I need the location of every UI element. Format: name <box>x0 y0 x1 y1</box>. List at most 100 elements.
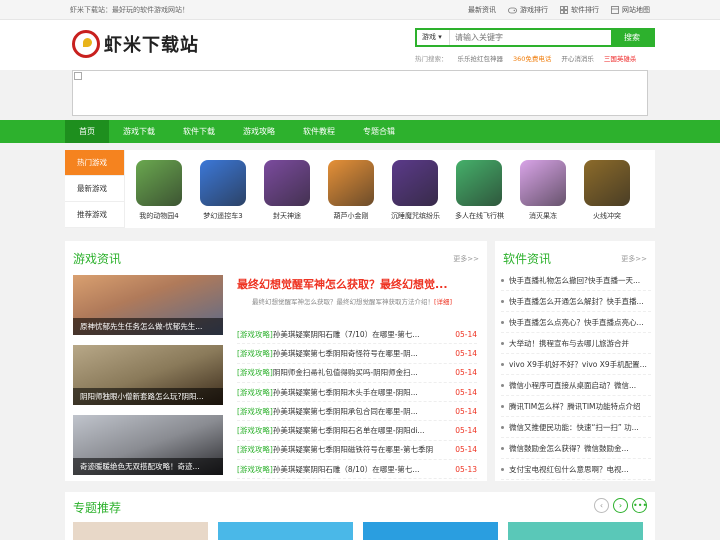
news-detail-link[interactable]: [详细] <box>434 298 452 306</box>
soft-news-title[interactable]: 快手直播礼物怎么撤回?快手直播一天... <box>509 275 640 286</box>
soft-news-title[interactable]: 微信小程序可直接从桌面启动？微信... <box>509 380 636 391</box>
news-date: 05-14 <box>455 387 477 397</box>
news-date: 05-13 <box>455 464 477 474</box>
soft-news-title[interactable]: 支付宝电视红包什么意思啊？电视... <box>509 464 629 475</box>
search-button[interactable]: 搜索 <box>611 30 653 45</box>
nav-topics[interactable]: 专题合辑 <box>349 120 409 143</box>
soft-news-row[interactable]: 腾讯TIM怎么样？腾讯TIM功能特点介绍 <box>501 396 651 417</box>
game-news-more-link[interactable]: 更多>> <box>453 254 479 264</box>
hot-search-word[interactable]: 360免费电话 <box>513 53 551 63</box>
nav-soft-download[interactable]: 软件下载 <box>169 120 229 143</box>
site-logo[interactable]: 虾米下载站 <box>72 30 199 58</box>
game-item[interactable]: 多人在线飞行棋 <box>455 160 504 221</box>
soft-news-title[interactable]: 大举动！携程宣布与去哪儿旅游合并 <box>509 338 629 349</box>
tab-recommended-games[interactable]: 推荐游戏 <box>65 202 124 228</box>
news-category[interactable]: [游戏攻略] <box>237 464 273 475</box>
news-list: [游戏攻略] 孙美琪疑案阴阳石雕（7/10）在哪里-第七... 05-14 [游戏攻略… <box>237 325 477 480</box>
nav-home[interactable]: 首页 <box>65 120 109 143</box>
soft-news-row[interactable]: 大举动！携程宣布与去哪儿旅游合并 <box>501 333 651 354</box>
news-row[interactable]: [游戏攻略] 孙美琪疑案第七季阴阳石名单在哪里-阴阳di... 05-14 <box>237 421 477 441</box>
bullet-icon <box>501 362 504 366</box>
news-row[interactable]: [游戏攻略] 孙美琪疑案阴阳石雕（8/10）在哪里-第七... 05-13 <box>237 460 477 480</box>
news-category[interactable]: [游戏攻略] <box>237 348 273 359</box>
more-dots-icon[interactable]: ••• <box>632 498 647 513</box>
news-thumb[interactable]: 阴阳师独眼小僧新套路怎么玩?阴阳... <box>73 345 223 405</box>
news-title[interactable]: 孙美琪疑案第七季阴阳磁铁符号在哪里-第七季阴... <box>273 444 433 455</box>
tab-hot-games[interactable]: 热门游戏 <box>65 150 124 176</box>
game-item[interactable]: 梦幻遥控车3 <box>199 160 247 221</box>
hot-search-word[interactable]: 乐乐抢红包神器 <box>458 53 504 63</box>
soft-news-title[interactable]: 微信鼓励金怎么获得？微信鼓励金... <box>509 443 629 454</box>
gamepad-icon <box>508 7 517 13</box>
news-headline[interactable]: 最终幻想觉醒军神怎么获取？最终幻想觉... <box>237 276 477 292</box>
soft-news-row[interactable]: vivo X9手机好不好？vivo X9手机配置... <box>501 354 651 375</box>
soft-news-row[interactable]: 快手直播礼物怎么撤回?快手直播一天... <box>501 270 651 291</box>
news-category[interactable]: [游戏攻略] <box>237 406 273 417</box>
top-link-news[interactable]: 最新资讯 <box>468 5 496 15</box>
soft-news-row[interactable]: 快手直播怎么开通怎么解封？快手直播... <box>501 291 651 312</box>
news-category[interactable]: [游戏攻略] <box>237 367 273 378</box>
topics-controls: ‹ › ••• <box>594 498 647 513</box>
news-thumb[interactable]: 原神忧郁先生任务怎么做-忧郁先生... <box>73 275 223 335</box>
news-date: 05-14 <box>455 445 477 455</box>
soft-news-title[interactable]: 快手直播怎么开通怎么解封？快手直播... <box>509 296 644 307</box>
news-row[interactable]: [游戏攻略] 孙美琪疑案阴阳石雕（7/10）在哪里-第七... 05-14 <box>237 325 477 345</box>
broken-image-icon <box>74 72 82 80</box>
top-link-sitemap[interactable]: 网站地图 <box>611 5 650 15</box>
news-title[interactable]: 孙美琪疑案阴阳石雕（8/10）在哪里-第七... <box>273 464 433 475</box>
search-input[interactable] <box>450 30 611 45</box>
soft-news-row[interactable]: 微信小程序可直接从桌面启动？微信... <box>501 375 651 396</box>
prev-arrow-icon[interactable]: ‹ <box>594 498 609 513</box>
topic-card[interactable] <box>73 522 208 540</box>
news-thumb[interactable]: 奇迹暖暖绝色无双搭配攻略！奇迹... <box>73 415 223 475</box>
game-item[interactable]: 沉睡魔咒缤纷乐 <box>391 160 440 221</box>
soft-news-title[interactable]: 快手直播怎么点亮心？快手直播点亮心... <box>509 317 644 328</box>
news-row[interactable]: [游戏攻略] 孙美琪疑案第七季阴阳木头手在哪里-阴阳... 05-14 <box>237 383 477 403</box>
news-title[interactable]: 孙美琪疑案阴阳石雕（7/10）在哪里-第七... <box>273 329 433 340</box>
soft-news-row[interactable]: 微信又推便民功能：快速“扫一扫” 功... <box>501 417 651 438</box>
news-title[interactable]: 孙美琪疑案第七季阴阳奇怪符号在哪里-阴... <box>273 348 433 359</box>
topic-card[interactable] <box>218 522 353 540</box>
game-item[interactable]: 我的动物园4 <box>135 160 183 221</box>
news-title[interactable]: 阴阳师金扫帚礼包值得购买吗-阴阳师金扫... <box>273 367 433 378</box>
search-category-select[interactable]: 游戏 ▾ <box>417 30 450 45</box>
news-category[interactable]: [游戏攻略] <box>237 444 273 455</box>
game-item[interactable]: 葫芦小金刚 <box>327 160 375 221</box>
news-date: 05-14 <box>455 426 477 436</box>
topic-card[interactable] <box>508 522 643 540</box>
game-item[interactable]: 火线冲突 <box>583 160 631 221</box>
ad-banner[interactable] <box>72 70 648 116</box>
soft-news-title[interactable]: 微信又推便民功能：快速“扫一扫” 功... <box>509 422 639 433</box>
soft-news-title[interactable]: 腾讯TIM怎么样？腾讯TIM功能特点介绍 <box>509 401 641 412</box>
news-row[interactable]: [游戏攻略] 阴阳师金扫帚礼包值得购买吗-阴阳师金扫... 05-14 <box>237 364 477 383</box>
game-item[interactable]: 消灭果冻 <box>519 160 567 221</box>
news-category[interactable]: [游戏攻略] <box>237 425 273 436</box>
soft-news-row[interactable]: 支付宝电视红包什么意思啊？电视... <box>501 459 651 480</box>
top-link-game-rank[interactable]: 游戏排行 <box>508 5 548 15</box>
news-title[interactable]: 孙美琪疑案第七季阴阳石名单在哪里-阴阳di... <box>273 425 433 436</box>
news-category[interactable]: [游戏攻略] <box>237 329 273 340</box>
nav-game-guides[interactable]: 游戏攻略 <box>229 120 289 143</box>
hot-search-word[interactable]: 开心消消乐 <box>561 53 594 63</box>
nav-soft-tutorials[interactable]: 软件教程 <box>289 120 349 143</box>
news-row[interactable]: [游戏攻略] 孙美琪疑案第七季阴阳奇怪符号在哪里-阴... 05-14 <box>237 344 477 364</box>
soft-news-row[interactable]: 快手直播怎么点亮心？快手直播点亮心... <box>501 312 651 333</box>
news-title[interactable]: 孙美琪疑案第七季阴阳木头手在哪里-阴阳... <box>273 387 433 398</box>
soft-news-title[interactable]: vivo X9手机好不好？vivo X9手机配置... <box>509 359 647 370</box>
game-item[interactable]: 封天神途 <box>263 160 311 221</box>
game-icon <box>200 160 246 206</box>
top-link-soft-rank[interactable]: 软件排行 <box>560 5 599 15</box>
nav-game-download[interactable]: 游戏下载 <box>109 120 169 143</box>
next-arrow-icon[interactable]: › <box>613 498 628 513</box>
news-row[interactable]: [游戏攻略] 孙美琪疑案第七季阴阳磁铁符号在哪里-第七季阴... 05-14 <box>237 441 477 461</box>
news-row[interactable]: [游戏攻略] 孙美琪疑案第七季阴阳承包合同在哪里-阴... 05-14 <box>237 402 477 422</box>
game-icon <box>136 160 182 206</box>
topic-cards <box>73 522 643 540</box>
tab-new-games[interactable]: 最新游戏 <box>65 176 124 202</box>
news-category[interactable]: [游戏攻略] <box>237 387 273 398</box>
soft-news-more-link[interactable]: 更多>> <box>621 254 647 264</box>
topic-card[interactable] <box>363 522 498 540</box>
soft-news-row[interactable]: 微信鼓励金怎么获得？微信鼓励金... <box>501 438 651 459</box>
hot-search-word[interactable]: 三国英雄杀 <box>604 53 637 63</box>
news-title[interactable]: 孙美琪疑案第七季阴阳承包合同在哪里-阴... <box>273 406 433 417</box>
